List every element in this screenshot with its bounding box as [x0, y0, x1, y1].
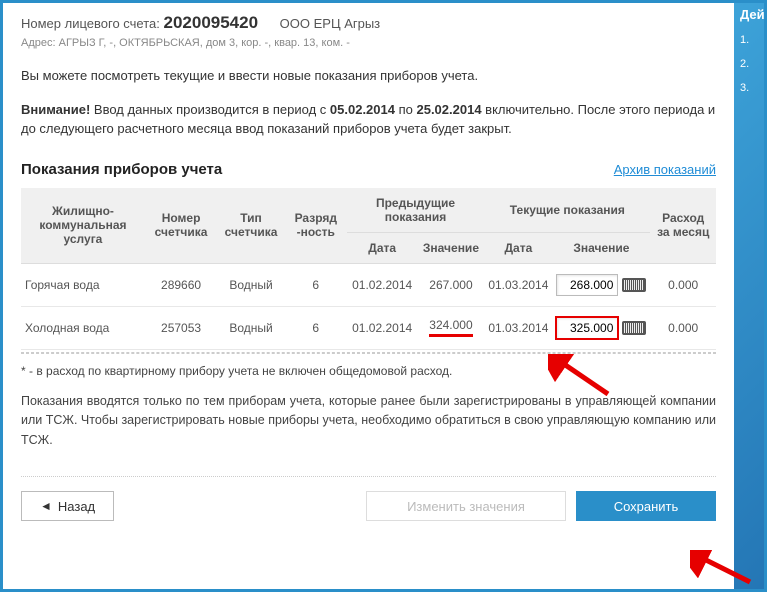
notice-prefix: Внимание! — [21, 102, 90, 117]
archive-link[interactable]: Архив показаний — [614, 162, 716, 177]
cell-curr-date: 01.03.2014 — [484, 306, 552, 349]
account-label: Номер лицевого счета: — [21, 16, 160, 31]
col-prev-date: Дата — [347, 232, 418, 263]
col-service: Жилищно-коммунальная услуга — [21, 188, 145, 264]
cell-prev-val: 324.000 — [418, 306, 485, 349]
col-digits: Разряд -ность — [285, 188, 347, 264]
notice-text: Внимание! Ввод данных производится в пер… — [21, 101, 716, 139]
cell-meter-no: 257053 — [145, 306, 217, 349]
col-curr-date: Дата — [484, 232, 552, 263]
account-number: 2020095420 — [164, 13, 259, 32]
account-row: Номер лицевого счета: 2020095420 ООО ЕРЦ… — [21, 13, 716, 33]
sidebar-item[interactable]: 2. — [740, 58, 762, 70]
col-curr: Текущие показания — [484, 188, 650, 233]
section-header: Показания приборов учета Архив показаний — [21, 161, 716, 178]
keyboard-icon[interactable] — [622, 321, 646, 335]
sidebar-list: 1. 2. 3. — [736, 34, 762, 94]
reading-input[interactable] — [556, 317, 618, 339]
col-meter-no: Номер счетчика — [145, 188, 217, 264]
back-button[interactable]: ◄ Назад — [21, 491, 114, 521]
col-prev-val: Значение — [418, 232, 485, 263]
col-curr-val: Значение — [552, 232, 650, 263]
info-paragraph: Показания вводятся только по тем прибора… — [21, 392, 716, 450]
prev-value: 324.000 — [429, 318, 472, 337]
cell-curr-date: 01.03.2014 — [484, 263, 552, 306]
org-name: ООО ЕРЦ Агрыз — [280, 16, 380, 31]
table-body: Горячая вода 289660 Водный 6 01.02.2014 … — [21, 263, 716, 349]
cell-digits: 6 — [285, 306, 347, 349]
section-title: Показания приборов учета — [21, 161, 222, 178]
cell-cons: 0.000 — [650, 306, 716, 349]
cell-meter-type: Водный — [217, 306, 285, 349]
reading-input[interactable] — [556, 274, 618, 296]
table-row: Холодная вода 257053 Водный 6 01.02.2014… — [21, 306, 716, 349]
app-frame: Номер лицевого счета: 2020095420 ООО ЕРЦ… — [0, 0, 767, 592]
cell-cons: 0.000 — [650, 263, 716, 306]
address-text: АГРЫЗ Г, -, ОКТЯБРЬСКАЯ, дом 3, кор. -, … — [59, 37, 350, 49]
col-prev: Предыдущие показания — [347, 188, 485, 233]
save-button[interactable]: Сохранить — [576, 491, 716, 521]
address-label: Адрес: — [21, 37, 56, 49]
cell-prev-date: 01.02.2014 — [347, 263, 418, 306]
cell-prev-val: 267.000 — [418, 263, 485, 306]
cell-service: Горячая вода — [21, 263, 145, 306]
readings-table: Жилищно-коммунальная услуга Номер счетчи… — [21, 188, 716, 350]
table-row: Горячая вода 289660 Водный 6 01.02.2014 … — [21, 263, 716, 306]
main-content: Номер лицевого счета: 2020095420 ООО ЕРЦ… — [3, 3, 734, 589]
address-row: Адрес: АГРЫЗ Г, -, ОКТЯБРЬСКАЯ, дом 3, к… — [21, 37, 716, 49]
cell-digits: 6 — [285, 263, 347, 306]
footnote: * - в расход по квартирному прибору учет… — [21, 364, 716, 378]
cell-service: Холодная вода — [21, 306, 145, 349]
back-button-label: Назад — [58, 499, 95, 514]
keyboard-icon[interactable] — [622, 278, 646, 292]
cell-curr-val — [552, 306, 650, 349]
intro-text: Вы можете посмотреть текущие и ввести но… — [21, 67, 716, 85]
col-cons: Расход за месяц — [650, 188, 716, 264]
table-bottom-border — [21, 352, 716, 354]
cell-meter-no: 289660 — [145, 263, 217, 306]
cell-meter-type: Водный — [217, 263, 285, 306]
cell-curr-val — [552, 263, 650, 306]
cell-prev-date: 01.02.2014 — [347, 306, 418, 349]
edit-button: Изменить значения — [366, 491, 566, 521]
button-row: ◄ Назад Изменить значения Сохранить — [21, 476, 716, 521]
sidebar-heading: Дей — [736, 7, 762, 22]
col-meter-type: Тип счетчика — [217, 188, 285, 264]
sidebar-item[interactable]: 3. — [740, 82, 762, 94]
sidebar-item[interactable]: 1. — [740, 34, 762, 46]
right-sidebar: Дей 1. 2. 3. — [734, 3, 764, 589]
chevron-left-icon: ◄ — [40, 499, 52, 513]
